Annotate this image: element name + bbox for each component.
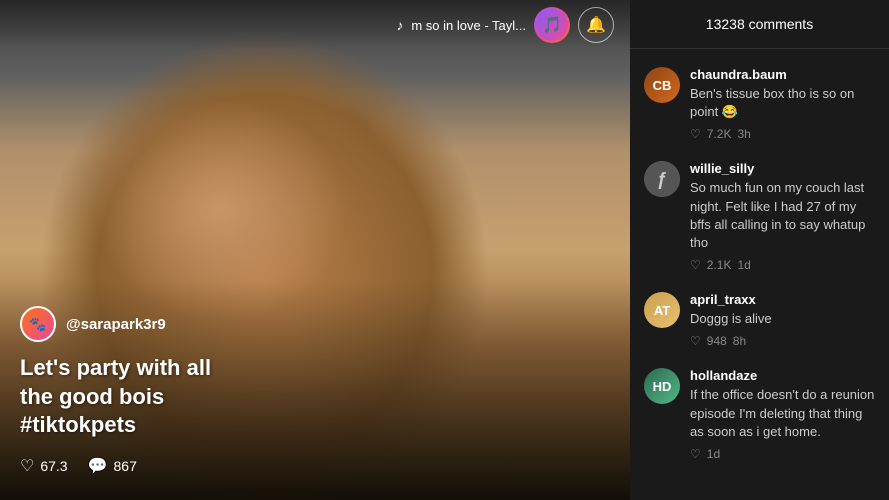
comment-content: chaundra.baum Ben's tissue box tho is so…: [690, 67, 875, 141]
music-note-icon: ♪: [396, 17, 403, 33]
stats-row: ♡ 67.3 💬 867: [20, 456, 610, 476]
comment-item: HD hollandaze If the office doesn't do a…: [630, 358, 889, 471]
bell-button[interactable]: 🔔: [578, 7, 614, 43]
comment-text: Doggg is alive: [690, 310, 875, 328]
video-bottom-content: 🐾 @sarapark3r9 Let's party with all the …: [0, 290, 630, 500]
music-text: m so in love - Tayl...: [411, 18, 526, 33]
comment-icon: 💬: [88, 456, 108, 476]
likes-stat: ♡ 67.3: [20, 456, 68, 476]
comment-time: 1d: [737, 258, 750, 272]
comment-time: 1d: [707, 447, 720, 461]
comments-list[interactable]: CB chaundra.baum Ben's tissue box tho is…: [630, 49, 889, 500]
comment-text: Ben's tissue box tho is so on point 😂: [690, 85, 875, 121]
comments-header: 13238 comments: [630, 0, 889, 49]
comment-meta: ♡ 2.1K 1d: [690, 258, 875, 272]
video-top-bar: ♪ m so in love - Tayl... 🎵 🔔: [0, 0, 630, 50]
comment-item: AT april_traxx Doggg is alive ♡ 948 8h: [630, 282, 889, 358]
user-row: 🐾 @sarapark3r9: [20, 306, 610, 342]
svg-text:ƒ: ƒ: [657, 169, 667, 189]
video-caption: Let's party with all the good bois #tikt…: [20, 354, 610, 440]
video-panel: ♪ m so in love - Tayl... 🎵 🔔 🐾 @sarapark…: [0, 0, 630, 500]
comment-content: april_traxx Doggg is alive ♡ 948 8h: [690, 292, 875, 348]
comment-heart-icon[interactable]: ♡: [690, 447, 701, 461]
comment-item: CB chaundra.baum Ben's tissue box tho is…: [630, 57, 889, 151]
comment-likes: 948: [707, 334, 727, 348]
comment-heart-icon[interactable]: ♡: [690, 127, 701, 141]
comments-stat: 💬 867: [88, 456, 137, 476]
commenter-username[interactable]: willie_silly: [690, 161, 875, 176]
comments-count-header: 13238 comments: [706, 16, 813, 32]
comment-meta: ♡ 7.2K 3h: [690, 127, 875, 141]
commenter-username[interactable]: hollandaze: [690, 368, 875, 383]
username[interactable]: @sarapark3r9: [66, 316, 166, 333]
comment-text: If the office doesn't do a reunion episo…: [690, 386, 875, 441]
caption-line2: the good bois: [20, 384, 164, 409]
commenter-avatar: CB: [644, 67, 680, 103]
comment-likes: 2.1K: [707, 258, 732, 272]
comment-time: 3h: [737, 127, 750, 141]
music-avatar[interactable]: 🎵: [534, 7, 570, 43]
comments-count: 867: [114, 458, 137, 474]
commenter-avatar: ƒ: [644, 161, 680, 197]
comment-item: ƒ willie_silly So much fun on my couch l…: [630, 151, 889, 282]
comment-text: So much fun on my couch last night. Felt…: [690, 179, 875, 252]
likes-count: 67.3: [40, 458, 67, 474]
music-bar: ♪ m so in love - Tayl... 🎵 🔔: [396, 7, 614, 43]
heart-icon: ♡: [20, 456, 34, 476]
comment-time: 8h: [733, 334, 746, 348]
comment-meta: ♡ 948 8h: [690, 334, 875, 348]
commenter-username[interactable]: chaundra.baum: [690, 67, 875, 82]
commenter-avatar: HD: [644, 368, 680, 404]
avatar-svg: ƒ: [644, 161, 680, 197]
user-avatar: 🐾: [20, 306, 56, 342]
comment-heart-icon[interactable]: ♡: [690, 334, 701, 348]
commenter-avatar: AT: [644, 292, 680, 328]
comment-content: willie_silly So much fun on my couch las…: [690, 161, 875, 272]
comment-content: hollandaze If the office doesn't do a re…: [690, 368, 875, 461]
comments-panel: 13238 comments CB chaundra.baum Ben's ti…: [630, 0, 889, 500]
caption-line1: Let's party with all: [20, 355, 211, 380]
comment-meta: ♡ 1d: [690, 447, 875, 461]
hashtag[interactable]: #tiktokpets: [20, 412, 136, 437]
music-avatar-inner: 🎵: [536, 9, 568, 41]
commenter-username[interactable]: april_traxx: [690, 292, 875, 307]
comment-likes: 7.2K: [707, 127, 732, 141]
comment-heart-icon[interactable]: ♡: [690, 258, 701, 272]
